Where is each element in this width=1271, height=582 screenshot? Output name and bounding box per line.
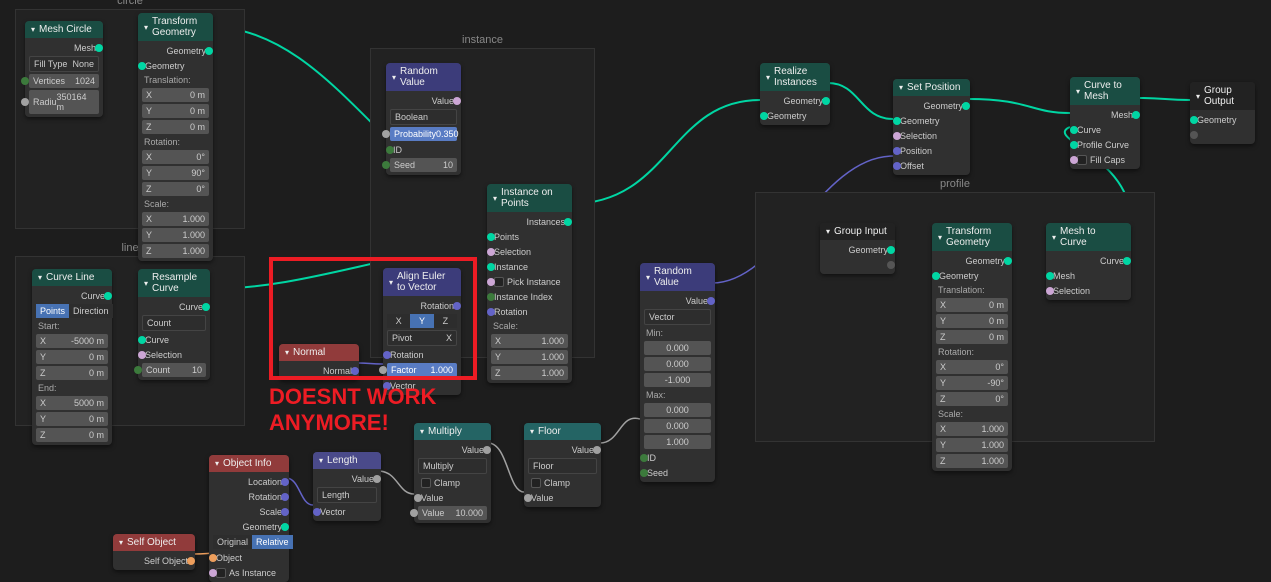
annotation-text: DOESNT WORK ANYMORE!	[269, 384, 436, 436]
random-type[interactable]: Vector	[644, 309, 711, 325]
node-curve-line[interactable]: Curve Line Curve PointsDirection Start: …	[32, 269, 112, 445]
vertices-value[interactable]: 1024	[75, 76, 95, 86]
node-header[interactable]: Object Info	[209, 455, 289, 472]
curve-mode-toggle[interactable]: PointsDirection	[36, 304, 108, 318]
socket-geometry-in: Geometry	[145, 61, 185, 71]
node-random-value-2[interactable]: Random Value Value Vector Min: 0.000 0.0…	[640, 263, 715, 482]
socket-geometry-out: Geometry	[783, 96, 823, 106]
resample-mode[interactable]: Count	[142, 315, 206, 331]
socket-geometry-out: Geometry	[923, 101, 963, 111]
node-header[interactable]: Floor	[524, 423, 601, 440]
node-transform-geometry-1[interactable]: Transform Geometry Geometry Geometry Tra…	[138, 13, 213, 261]
node-group-output[interactable]: Group Output Geometry	[1190, 82, 1255, 144]
node-header[interactable]: Self Object	[113, 534, 195, 551]
radius-value[interactable]: 350164 m	[57, 92, 95, 112]
node-header[interactable]: Transform Geometry	[932, 223, 1012, 251]
node-header[interactable]: Random Value	[386, 63, 461, 91]
socket-mesh-out: Mesh	[1111, 110, 1133, 120]
socket-object-out: Self Object	[144, 556, 188, 566]
node-header[interactable]: Curve Line	[32, 269, 112, 286]
socket-value-out: Value	[686, 296, 708, 306]
node-instance-on-points[interactable]: Instance on Points Instances Points Sele…	[487, 184, 572, 383]
node-resample-curve[interactable]: Resample Curve Curve Count Curve Selecti…	[138, 269, 210, 380]
node-header[interactable]: Instance on Points	[487, 184, 572, 212]
socket-value-out: Value	[462, 445, 484, 455]
socket-value-out: Value	[572, 445, 594, 455]
node-multiply[interactable]: Multiply Value Multiply Clamp Value Valu…	[414, 423, 491, 523]
node-curve-to-mesh[interactable]: Curve to Mesh Mesh Curve Profile Curve F…	[1070, 77, 1140, 169]
frame-circle-label: circle	[117, 0, 143, 7]
node-mesh-circle[interactable]: Mesh Circle Mesh Fill TypeNone Vertices1…	[25, 21, 103, 117]
node-mesh-to-curve[interactable]: Mesh to Curve Curve Mesh Selection	[1046, 223, 1131, 300]
space-toggle[interactable]: OriginalRelative	[213, 535, 285, 549]
node-floor[interactable]: Floor Value Floor Clamp Value	[524, 423, 601, 507]
socket-curve-out: Curve	[1100, 256, 1124, 266]
socket-curve-out: Curve	[179, 302, 203, 312]
frame-profile-label: profile	[940, 178, 970, 190]
node-self-object[interactable]: Self Object Self Object	[113, 534, 195, 570]
node-transform-geometry-2[interactable]: Transform Geometry Geometry Geometry Tra…	[932, 223, 1012, 471]
node-header[interactable]: Curve to Mesh	[1070, 77, 1140, 105]
node-header[interactable]: Mesh to Curve	[1046, 223, 1131, 251]
socket-geometry-out: Geometry	[848, 245, 888, 255]
random-type[interactable]: Boolean	[390, 109, 457, 125]
node-header[interactable]: Random Value	[640, 263, 715, 291]
node-header[interactable]: Realize Instances	[760, 63, 830, 91]
node-header[interactable]: Length	[313, 452, 381, 469]
socket-curve-out: Curve	[81, 291, 105, 301]
node-object-info[interactable]: Object Info Location Rotation Scale Geom…	[209, 455, 289, 582]
socket-mesh-out: Mesh	[74, 43, 96, 53]
node-header[interactable]: Mesh Circle	[25, 21, 103, 38]
node-group-input[interactable]: Group Input Geometry	[820, 223, 895, 274]
node-random-value-1[interactable]: Random Value Value Boolean Probability0.…	[386, 63, 461, 175]
frame-instance-label: instance	[462, 34, 503, 46]
node-header[interactable]: Resample Curve	[138, 269, 210, 297]
node-realize-instances[interactable]: Realize Instances Geometry Geometry	[760, 63, 830, 125]
node-header[interactable]: Group Input	[820, 223, 895, 240]
annotation-highlight-box	[269, 257, 477, 380]
socket-geometry-out: Geometry	[166, 46, 206, 56]
node-header[interactable]: Group Output	[1190, 82, 1255, 110]
frame-line-label: line	[121, 242, 138, 254]
socket-value-out: Value	[432, 96, 454, 106]
node-header[interactable]: Transform Geometry	[138, 13, 213, 41]
socket-instances-out: Instances	[526, 217, 565, 227]
node-length[interactable]: Length Value Length Vector	[313, 452, 381, 521]
node-header[interactable]: Set Position	[893, 79, 970, 96]
socket-geometry-out: Geometry	[965, 256, 1005, 266]
node-set-position[interactable]: Set Position Geometry Geometry Selection…	[893, 79, 970, 175]
filltype-value[interactable]: None	[72, 59, 94, 69]
socket-value-out: Value	[352, 474, 374, 484]
